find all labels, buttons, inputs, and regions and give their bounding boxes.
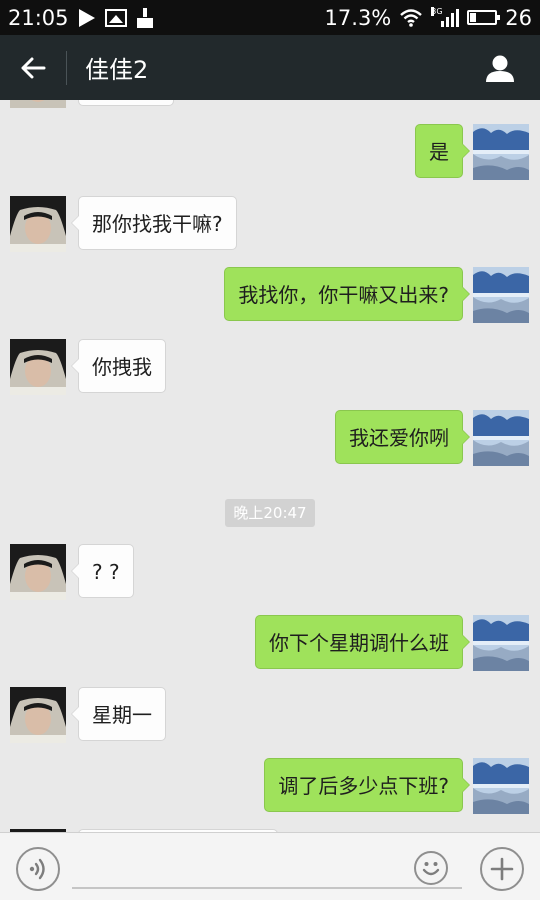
contact-avatar[interactable] (10, 100, 66, 108)
message-row: 那你找我干嘛? (0, 196, 540, 252)
wifi-icon (400, 8, 423, 27)
message-row: 我还爱你咧 (0, 410, 540, 466)
message-row: 星期一 (0, 687, 540, 743)
smiley-icon (422, 862, 440, 876)
status-left: 21:05 (8, 6, 153, 30)
plus-icon (490, 857, 514, 881)
my-avatar[interactable] (473, 758, 529, 814)
my-avatar[interactable] (473, 267, 529, 323)
status-bar: 21:05 17.3% 3G 26 (0, 0, 540, 35)
message-bubble-incoming[interactable]: 那你找我干嘛? (71, 196, 237, 250)
message-bubble-partial[interactable] (78, 100, 174, 106)
contact-avatar[interactable] (10, 544, 66, 600)
image-icon (104, 8, 127, 27)
my-avatar[interactable] (473, 410, 529, 466)
profile-button[interactable] (460, 35, 540, 100)
page-title: 佳佳2 (85, 56, 149, 84)
message-bubble-outgoing[interactable]: 我还爱你咧 (335, 410, 470, 464)
message-row: 我找你，你干嘛又出来? (0, 267, 540, 323)
data-rate: 17.3% (324, 5, 392, 30)
message-bubble-outgoing[interactable]: 你下个星期调什么班 (255, 615, 470, 669)
message-bubble-incoming[interactable]: 星期一 (71, 687, 166, 741)
contact-avatar[interactable] (10, 339, 66, 395)
message-row: ? ? (0, 544, 540, 600)
network-type-label: 3G (431, 6, 443, 16)
contact-avatar[interactable] (10, 687, 66, 743)
battery-icon (467, 10, 501, 25)
battery-level: 26 (505, 5, 532, 30)
person-icon (486, 55, 514, 82)
message-bubble-outgoing[interactable]: 调了后多少点下班? (264, 758, 470, 812)
chat-header: 佳佳2 (0, 35, 540, 100)
back-button[interactable] (0, 35, 66, 100)
message-bubble-incoming[interactable]: ? ? (71, 544, 134, 598)
more-options-button[interactable] (480, 847, 524, 891)
message-row: 你拽我 (0, 339, 540, 395)
clock: 21:05 (8, 5, 69, 30)
broom-icon (136, 7, 153, 28)
voice-button[interactable] (16, 847, 60, 891)
message-list[interactable]: 是 那你找我干嘛? 我找你，你干嘛又出来? 你拽我 我还爱你咧 晚上20:47 (0, 100, 540, 832)
message-row-partial-top (0, 100, 540, 108)
battery-fill (470, 13, 477, 22)
my-avatar[interactable] (473, 124, 529, 180)
message-input-bar (0, 832, 540, 900)
signal-icon: 3G (431, 6, 460, 27)
arrow-left-icon (21, 57, 46, 78)
status-right: 17.3% 3G 26 (325, 6, 532, 30)
timestamp-divider: 晚上20:47 (225, 499, 315, 527)
emoji-button[interactable] (414, 851, 448, 885)
message-row: 是 (0, 124, 540, 180)
play-icon (78, 8, 95, 27)
message-input[interactable] (72, 851, 462, 889)
message-row: 你下个星期调什么班 (0, 615, 540, 671)
voice-icon (29, 858, 45, 880)
message-bubble-outgoing[interactable]: 我找你，你干嘛又出来? (224, 267, 470, 321)
message-row: 调了后多少点下班? (0, 758, 540, 814)
message-bubble-outgoing[interactable]: 是 (415, 124, 470, 178)
contact-avatar[interactable] (10, 196, 66, 252)
message-bubble-incoming[interactable]: 你拽我 (71, 339, 166, 393)
my-avatar[interactable] (473, 615, 529, 671)
